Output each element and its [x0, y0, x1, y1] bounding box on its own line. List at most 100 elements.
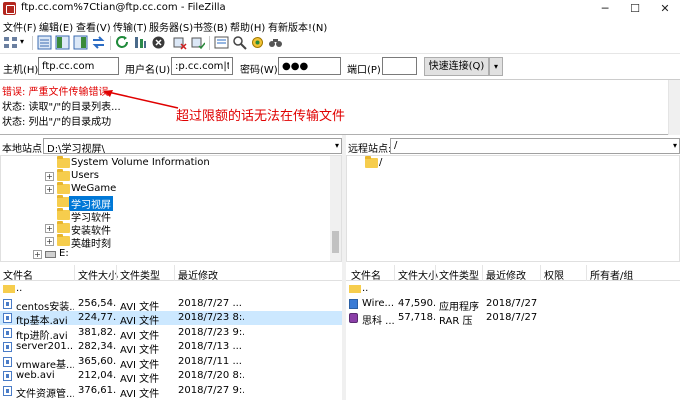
file-row[interactable]: server201...282,34...AVI 文件2018/7/13 ... — [0, 340, 342, 356]
column-divider — [482, 265, 483, 281]
column-filename[interactable]: 文件名 — [351, 267, 381, 282]
file-row[interactable]: vmware基...365,60...AVI 文件2018/7/11 ... — [0, 355, 342, 371]
file-row[interactable]: .. — [346, 282, 680, 296]
menu-bar: 文件(F) 编辑(E) 查看(V) 传输(T) 服务器(S) 书签(B) 帮助(… — [0, 17, 680, 34]
cancel-icon[interactable] — [151, 35, 166, 50]
column-permissions[interactable]: 权限 — [544, 267, 564, 282]
column-divider — [116, 265, 117, 281]
toggle-local-tree-icon[interactable] — [55, 35, 70, 50]
cell-modified: 2018/7/27 ... — [178, 297, 242, 309]
drive-icon — [45, 251, 56, 258]
file-row[interactable]: centos安装...256,54...AVI 文件2018/7/27 ... — [0, 297, 342, 313]
local-file-list: 文件名 文件大小 文件类型 最近修改 .. centos安装...256,54..… — [0, 265, 342, 400]
port-input[interactable] — [382, 57, 417, 75]
compare-directories-icon[interactable] — [232, 35, 247, 50]
remote-list-header: 文件名 文件大小 文件类型 最近修改 权限 所有者/组 — [346, 265, 680, 282]
remote-directory-tree: / — [346, 155, 680, 262]
password-input[interactable] — [278, 57, 341, 75]
local-site-bar: 本地站点: D:\学习视屏\ ▾ — [0, 138, 342, 155]
scrollbar-thumb[interactable] — [332, 231, 339, 253]
log-scrollbar[interactable] — [668, 80, 680, 135]
cell-modified: 2018/7/11 ... — [178, 355, 242, 367]
minimize-button[interactable]: ─ — [590, 0, 620, 17]
cell-size: 57,718... — [398, 312, 435, 323]
sync-browsing-icon[interactable] — [250, 35, 265, 50]
remote-path-input[interactable]: / ▾ — [390, 138, 680, 154]
cell-modified: 2018/7/27 ... — [486, 297, 540, 309]
avi-file-icon — [3, 356, 12, 367]
find-icon[interactable] — [268, 35, 283, 50]
column-divider — [540, 265, 541, 281]
maximize-button[interactable]: ☐ — [620, 0, 650, 17]
avi-file-icon — [3, 385, 12, 396]
port-label: 端口(P): — [347, 65, 385, 76]
disconnect-icon[interactable] — [172, 35, 187, 50]
expand-icon[interactable]: + — [45, 185, 54, 194]
avi-file-icon — [3, 327, 12, 338]
toolbar-separator — [209, 36, 210, 50]
expand-icon[interactable]: + — [33, 250, 42, 259]
cell-modified: 2018/7/27 ... — [486, 312, 540, 323]
avi-file-icon — [3, 313, 12, 323]
expand-icon[interactable]: + — [45, 237, 54, 246]
host-input[interactable] — [38, 57, 119, 75]
username-label: 用户名(U): — [125, 65, 174, 76]
process-queue-icon[interactable] — [133, 35, 148, 50]
column-modified[interactable]: 最近修改 — [486, 267, 526, 282]
quickconnect-button[interactable]: 快速连接(Q) — [424, 57, 489, 76]
file-row[interactable]: 文件资源管...376,61...AVI 文件2018/7/27 9:... — [0, 384, 342, 400]
username-input[interactable] — [171, 57, 233, 75]
cell-size: 224,77... — [78, 312, 116, 323]
column-filesize[interactable]: 文件大小 — [78, 267, 118, 282]
cell-modified: 2018/7/23 8:... — [178, 312, 244, 323]
column-filetype[interactable]: 文件类型 — [120, 267, 160, 282]
column-divider — [586, 265, 587, 281]
file-row[interactable]: .. — [0, 282, 342, 296]
close-button[interactable]: ✕ — [650, 0, 680, 17]
cell-type: RAR 压 — [439, 316, 473, 327]
file-row[interactable]: 思科 ... 57,718... RAR 压 2018/7/27 ... — [346, 311, 680, 327]
column-modified[interactable]: 最近修改 — [178, 267, 218, 282]
file-row[interactable]: web.avi212,04...AVI 文件2018/7/20 8:... — [0, 369, 342, 385]
quickconnect-history-dropdown[interactable]: ▾ — [489, 57, 503, 76]
annotation-arrow — [103, 90, 179, 109]
toolbar: ▾ — [0, 32, 680, 54]
toggle-log-icon[interactable] — [37, 35, 52, 50]
cell-name: .. — [362, 283, 369, 294]
local-directory-tree: System Volume Information + Users + WeGa… — [0, 155, 342, 262]
chevron-down-icon[interactable]: ▾ — [335, 139, 339, 153]
cell-name: Wire... — [362, 297, 394, 309]
file-row[interactable]: Wire...47,590...应用程序2018/7/27 ... — [346, 297, 680, 313]
column-owner-group[interactable]: 所有者/组 — [590, 267, 633, 282]
remote-site-label: 远程站点: — [348, 144, 392, 155]
title-bar: ftp.cc.com%7Ctian@ftp.cc.com - FileZilla… — [0, 0, 680, 17]
reconnect-icon[interactable] — [190, 35, 206, 50]
local-tree-scrollbar[interactable] — [330, 156, 341, 261]
directory-listing-filters-icon[interactable] — [214, 35, 229, 50]
parent-folder-icon — [349, 285, 361, 293]
file-row[interactable]: ftp进阶.avi381,82...AVI 文件2018/7/23 9:... — [0, 326, 342, 342]
expand-icon[interactable]: + — [45, 224, 54, 233]
column-filename[interactable]: 文件名 — [3, 267, 33, 282]
refresh-icon[interactable] — [115, 35, 130, 50]
chevron-down-icon[interactable]: ▾ — [673, 139, 677, 153]
cell-name: .. — [16, 283, 23, 294]
file-row[interactable]: ftp基本.avi224,77...AVI 文件2018/7/23 8:... — [0, 311, 342, 327]
cell-size: 212,04... — [78, 370, 116, 381]
toggle-remote-tree-icon[interactable] — [73, 35, 88, 50]
cell-size: 381,82... — [78, 326, 116, 338]
site-manager-icon[interactable] — [3, 35, 18, 50]
cell-size: 282,34... — [78, 341, 116, 352]
column-filesize[interactable]: 文件大小 — [398, 267, 438, 282]
window-title: ftp.cc.com%7Ctian@ftp.cc.com - FileZilla — [21, 2, 226, 13]
host-label: 主机(H): — [3, 65, 42, 76]
cell-modified: 2018/7/23 9:... — [178, 326, 244, 338]
local-path-input[interactable]: D:\学习视屏\ ▾ — [43, 138, 342, 154]
avi-file-icon — [3, 342, 12, 352]
cell-size: 365,60... — [78, 355, 116, 367]
site-manager-dropdown-icon[interactable]: ▾ — [20, 37, 28, 52]
expand-icon[interactable]: + — [45, 172, 54, 181]
toggle-transfer-queue-icon[interactable] — [91, 35, 106, 50]
column-filetype[interactable]: 文件类型 — [439, 267, 479, 282]
cell-name: web.avi — [16, 370, 55, 381]
